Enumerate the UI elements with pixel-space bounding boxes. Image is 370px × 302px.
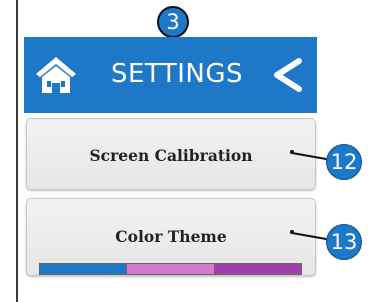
screen-calibration-label: Screen Calibration bbox=[89, 146, 253, 165]
color-swatch-blue bbox=[40, 264, 127, 274]
screen-calibration-button[interactable]: Screen Calibration bbox=[26, 118, 316, 190]
page-title: SETTINGS bbox=[111, 59, 244, 89]
callout-marker-12: 12 bbox=[326, 144, 362, 180]
home-icon[interactable] bbox=[34, 53, 78, 97]
color-swatch-purple bbox=[213, 264, 301, 274]
color-theme-button[interactable]: Color Theme bbox=[26, 198, 316, 276]
color-theme-label: Color Theme bbox=[115, 227, 227, 246]
settings-header: SETTINGS bbox=[24, 37, 317, 113]
callout-marker-3: 3 bbox=[157, 6, 189, 38]
back-chevron-icon[interactable] bbox=[269, 55, 305, 95]
color-theme-swatches bbox=[39, 263, 302, 275]
color-swatch-pink bbox=[126, 264, 214, 274]
callout-marker-13: 13 bbox=[326, 224, 362, 260]
